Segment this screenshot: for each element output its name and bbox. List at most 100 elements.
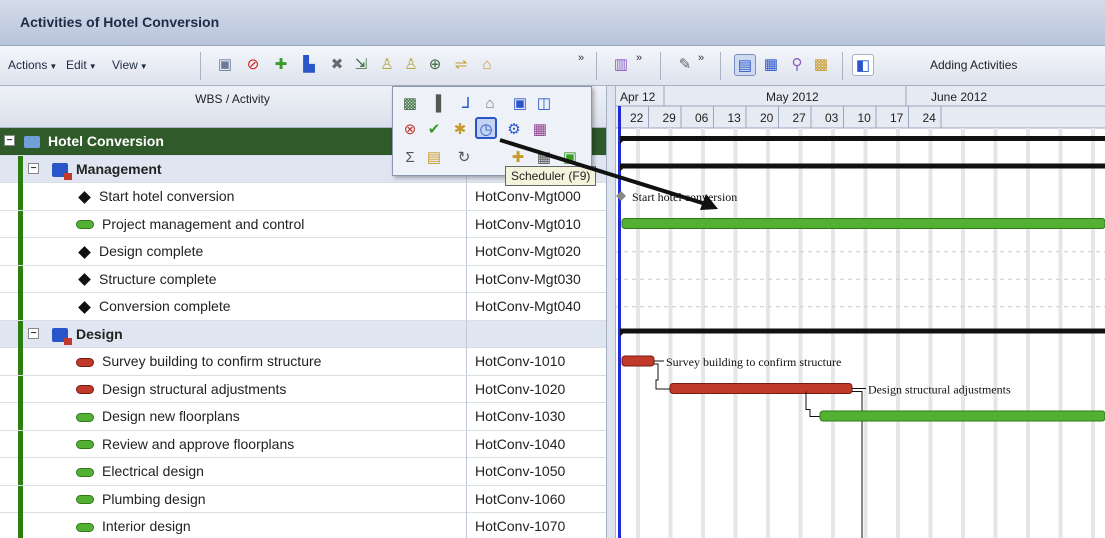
view-menu[interactable]: View ▼ bbox=[112, 58, 148, 72]
activity-row[interactable]: Electrical design HotConv-1050 bbox=[0, 458, 606, 486]
week-label: 27 bbox=[793, 111, 807, 125]
milestone-icon bbox=[78, 273, 91, 287]
project-band bbox=[18, 265, 23, 293]
assign-resource-icon[interactable]: ♙ bbox=[376, 54, 398, 76]
collapse-toggle[interactable]: − bbox=[4, 135, 15, 146]
layout-icon[interactable]: ◧ bbox=[852, 54, 874, 76]
summary-bar bbox=[620, 136, 1105, 141]
activity-row[interactable]: Design new floorplans HotConv-1030 bbox=[0, 403, 606, 431]
print-preview-icon[interactable]: ◫ bbox=[533, 93, 555, 115]
sum-icon[interactable]: Σ bbox=[399, 147, 421, 169]
project-band bbox=[18, 430, 23, 458]
activity-row[interactable]: Review and approve floorplans HotConv-104… bbox=[0, 430, 606, 458]
toolbar-separator bbox=[660, 52, 661, 80]
tools-icon[interactable]: ✎ bbox=[674, 54, 696, 76]
add-activity-icon[interactable]: ✚ bbox=[270, 54, 292, 76]
collapse-toggle[interactable]: − bbox=[28, 327, 39, 339]
activity-row[interactable]: Project management and control HotConv-Mg… bbox=[0, 210, 606, 238]
activity-row[interactable]: Plumbing design HotConv-1060 bbox=[0, 485, 606, 513]
project-folder-icon bbox=[24, 136, 40, 149]
home-icon[interactable]: ⌂ bbox=[479, 93, 501, 115]
steps-icon[interactable]: ⌂ bbox=[476, 54, 498, 76]
cancel-icon[interactable]: ⊘ bbox=[242, 54, 264, 76]
project-band bbox=[18, 183, 23, 210]
activity-id: HotConv-1070 bbox=[466, 513, 606, 538]
summary-bar bbox=[620, 163, 1105, 169]
level-icon[interactable]: ✔ bbox=[423, 119, 445, 141]
milestone-icon bbox=[78, 300, 91, 314]
branch-icon[interactable]: ⅃ bbox=[455, 93, 477, 115]
columns-icon[interactable]: ▥ bbox=[610, 54, 632, 76]
add-wbs-icon[interactable]: ▙ bbox=[298, 54, 320, 76]
link-icon[interactable]: ⇌ bbox=[450, 54, 472, 76]
apply-actuals-icon[interactable]: ▦ bbox=[529, 119, 551, 141]
report-icon[interactable]: ▣ bbox=[509, 93, 531, 115]
week-label: 29 bbox=[663, 111, 677, 125]
window-title-bar: Activities of Hotel Conversion bbox=[0, 0, 1105, 46]
activity-id: HotConv-Mgt030 bbox=[466, 265, 606, 293]
activity-row[interactable]: Survey building to confirm structure HotC… bbox=[0, 348, 606, 376]
gantt-label-design-structural: Design structural adjustments bbox=[868, 383, 1011, 397]
relationships-icon[interactable]: ⊕ bbox=[424, 54, 446, 76]
summarize-icon[interactable]: ⚙ bbox=[503, 119, 525, 141]
project-band bbox=[18, 348, 23, 375]
calendar-icon[interactable]: ▩ bbox=[810, 54, 832, 76]
activity-row[interactable]: Design complete HotConv-Mgt020 bbox=[0, 238, 606, 266]
delete-icon[interactable]: ✖ bbox=[326, 54, 348, 76]
project-band bbox=[18, 375, 23, 403]
activity-id bbox=[466, 320, 606, 348]
month-label: Apr 12 bbox=[620, 90, 656, 104]
activity-row[interactable]: Design structural adjustments HotConv-102… bbox=[0, 375, 606, 403]
activity-row[interactable]: Start hotel conversion HotConv-Mgt000 bbox=[0, 183, 606, 211]
indent-icon[interactable]: ⇲ bbox=[350, 54, 372, 76]
activity-row[interactable]: Conversion complete HotConv-Mgt040 bbox=[0, 293, 606, 321]
row-label: Start hotel conversion bbox=[99, 188, 235, 204]
collapse-toggle[interactable]: − bbox=[28, 162, 39, 174]
gantt-chart-canvas: Apr 12 May 2012 June 2012 22 29 06 13 20 27 03 10 1… bbox=[616, 86, 1105, 538]
project-band bbox=[18, 155, 23, 183]
folder-icon[interactable]: ▤ bbox=[423, 147, 445, 169]
toolbar-overflow-chevron[interactable]: » bbox=[578, 52, 584, 64]
network-icon[interactable]: ⚲ bbox=[786, 54, 808, 76]
row-label: Structure complete bbox=[99, 270, 217, 287]
row-label: Design complete bbox=[99, 243, 204, 259]
toolbar-separator bbox=[200, 52, 201, 80]
activity-table: − Hotel Conversion − Management Start hotel … bbox=[0, 128, 606, 538]
table-icon[interactable]: ▦ bbox=[760, 54, 782, 76]
activity-id: HotConv-Mgt010 bbox=[466, 210, 606, 238]
project-band bbox=[18, 458, 23, 485]
row-label: Design bbox=[76, 325, 123, 342]
refresh-icon[interactable]: ↻ bbox=[453, 147, 475, 169]
gantt-chart-icon[interactable]: ▤ bbox=[734, 54, 756, 76]
milestone-icon bbox=[78, 190, 91, 204]
row-label: Project management and control bbox=[102, 215, 305, 232]
save-icon[interactable]: ▣ bbox=[214, 54, 236, 76]
project-band bbox=[18, 238, 23, 265]
chart-icon[interactable]: ▐ bbox=[425, 93, 447, 115]
row-label: Design new floorplans bbox=[102, 408, 240, 424]
row-label: Survey building to confirm structure bbox=[102, 353, 322, 369]
activity-row[interactable]: Structure complete HotConv-Mgt030 bbox=[0, 265, 606, 293]
progress-icon[interactable]: ⊗ bbox=[399, 119, 421, 141]
toolbar-separator bbox=[720, 52, 721, 80]
row-label: Review and approve floorplans bbox=[102, 435, 295, 452]
assign-role-icon[interactable]: ♙ bbox=[400, 54, 422, 76]
gantt-label-start: Start hotel conversion bbox=[632, 190, 737, 204]
activity-icon bbox=[76, 220, 94, 230]
pane-splitter[interactable] bbox=[606, 86, 616, 538]
week-label: 06 bbox=[695, 111, 709, 125]
week-label: 03 bbox=[825, 111, 839, 125]
row-label: Design structural adjustments bbox=[102, 380, 287, 397]
scheduler-icon[interactable]: ◷ bbox=[475, 117, 497, 139]
wbs-row[interactable]: − Design bbox=[0, 320, 606, 348]
project-band bbox=[18, 320, 23, 348]
toolbar-overflow-chevron[interactable]: » bbox=[698, 52, 704, 64]
activity-row[interactable]: Interior design HotConv-1070 bbox=[0, 513, 606, 538]
critical-activity-bar bbox=[669, 383, 853, 394]
actions-menu[interactable]: Actions ▼ bbox=[8, 58, 57, 72]
activity-details-icon[interactable]: ▩ bbox=[399, 93, 421, 115]
window-title: Activities of Hotel Conversion bbox=[20, 14, 220, 30]
toolbar-overflow-chevron[interactable]: » bbox=[636, 52, 642, 64]
edit-menu[interactable]: Edit ▼ bbox=[66, 58, 97, 72]
store-period-icon[interactable]: ✱ bbox=[449, 119, 471, 141]
